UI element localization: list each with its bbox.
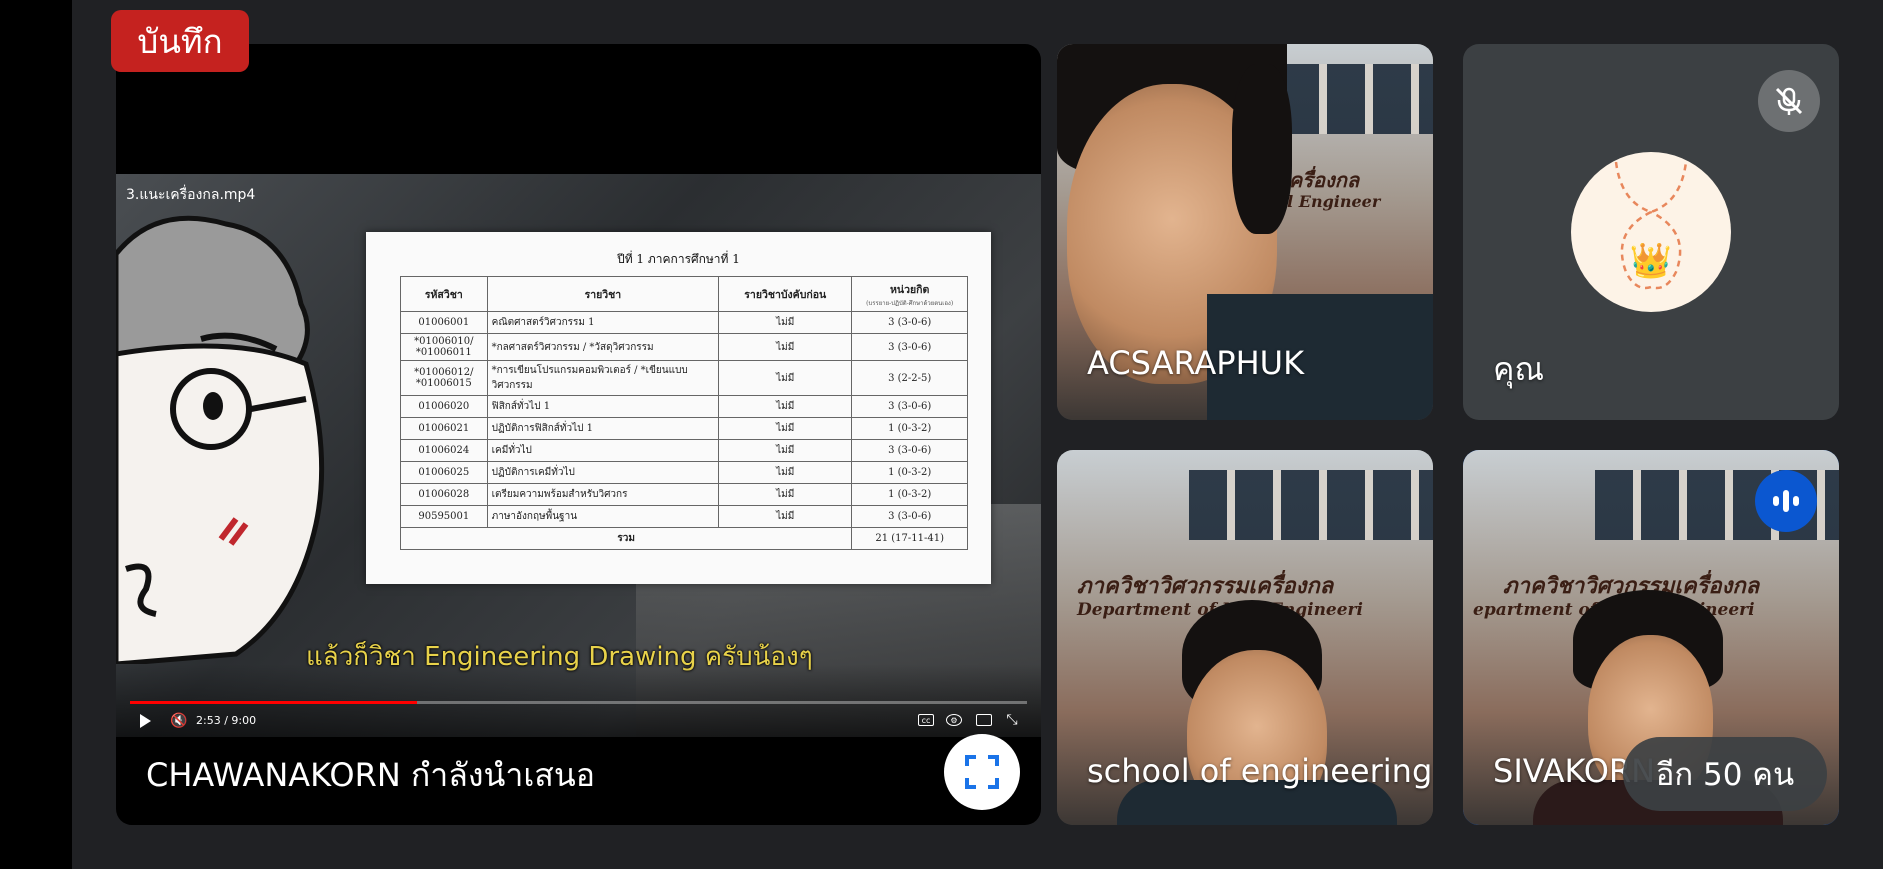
course-name-cell: คณิตศาสตร์วิศวกรรม 1	[486, 311, 720, 334]
left-edge-bar	[0, 0, 72, 869]
participant-name: ACSARAPHUK	[1087, 344, 1305, 382]
cartoon-character	[116, 215, 325, 664]
header-credits: หน่วยกิต (บรรยาย-ปฏิบัติ-ศึกษาด้วยตนเอง)	[851, 276, 968, 312]
course-code-cell: 01006021	[400, 417, 488, 440]
credits-cell: 1 (0-3-2)	[851, 417, 968, 440]
credits-cell: 3 (3-0-6)	[851, 311, 968, 334]
total-label: รวม	[399, 527, 853, 550]
course-code-cell: 01006025	[400, 461, 488, 484]
course-name-cell: ปฏิบัติการเคมีทั่วไป	[486, 461, 720, 484]
settings-icon[interactable]: ⚙	[946, 714, 962, 726]
table-row: 01006020 ฟิสิกส์ทั่วไป 1 ไม่มี 3 (3-0-6)	[400, 395, 968, 418]
video-progress-fill	[130, 701, 418, 704]
avatar-drawing: 👑	[1614, 161, 1688, 290]
course-name-cell: เตรียมความพร้อมสำหรับวิศวกร	[486, 483, 720, 506]
video-time: 2:53 / 9:00	[196, 714, 257, 727]
prerequisite-cell: ไม่มี	[718, 311, 853, 334]
mic-off-glyph	[1775, 87, 1803, 115]
building-windows	[1188, 470, 1433, 540]
video-controls: 🔇 2:53 / 9:00 cc ⚙ ⤡	[116, 664, 1041, 737]
header-prereq: รายวิชาบังคับก่อน	[718, 276, 853, 312]
fullscreen-icon	[965, 755, 999, 789]
exit-fullscreen-icon[interactable]: ⤡	[1004, 712, 1020, 728]
table-header-row: รหัสวิชา รายวิชา รายวิชาบังคับก่อน หน่วย…	[400, 276, 968, 312]
table-total-row: รวม 21 (17-11-41)	[399, 527, 968, 550]
hair-side	[1232, 64, 1292, 234]
course-name-cell: ปฏิบัติการฟิสิกส์ทั่วไป 1	[486, 417, 720, 440]
header-course: รายวิชา	[486, 276, 720, 312]
prerequisite-cell: ไม่มี	[718, 439, 853, 462]
video-progress-bar[interactable]	[130, 701, 1027, 704]
document-title: ปีที่ 1 ภาคการศึกษาที่ 1	[617, 252, 740, 266]
fullscreen-button[interactable]	[944, 734, 1020, 810]
curriculum-document: ปีที่ 1 ภาคการศึกษาที่ 1 รหัสวิชา รายวิช…	[366, 232, 991, 584]
table-row: 01006028 เตรียมความพร้อมสำหรับวิศวกร ไม่มี…	[400, 483, 968, 506]
prerequisite-cell: ไม่มี	[718, 333, 853, 361]
table-row: 01006001 คณิตศาสตร์วิศวกรรม 1 ไม่มี 3 (3-0-…	[400, 311, 968, 334]
captions-icon[interactable]: cc	[918, 714, 934, 726]
prerequisite-cell: ไม่มี	[718, 483, 853, 506]
course-name-cell: เคมีทั่วไป	[486, 439, 720, 462]
credits-cell: 1 (0-3-2)	[851, 483, 968, 506]
course-name-cell: ฟิสิกส์ทั่วไป 1	[486, 395, 720, 418]
participant-tile-school[interactable]: ภาควิชาวิศวกรรมเครื่องกล Department of M…	[1057, 450, 1433, 825]
header-code: รหัสวิชา	[400, 276, 488, 312]
prerequisite-cell: ไม่มี	[718, 461, 853, 484]
header-credits-label: หน่วยกิต	[890, 283, 930, 296]
play-icon[interactable]	[140, 714, 151, 728]
table-row: *01006012/ *01006015 *การเขียนโปรแกรมคอมพ…	[400, 360, 968, 396]
more-participants-button[interactable]: อีก 50 คน	[1623, 737, 1827, 811]
participant-tile-acsaraphuk[interactable]: เครื่องกล cal Engineer ACSARAPHUK	[1057, 44, 1433, 420]
curriculum-table: รหัสวิชา รายวิชา รายวิชาบังคับก่อน หน่วย…	[399, 276, 968, 550]
credits-cell: 1 (0-3-2)	[851, 461, 968, 484]
course-code-cell: *01006010/ *01006011	[400, 333, 488, 361]
muted-speaker-icon[interactable]: 🔇	[170, 713, 187, 729]
miniplayer-icon[interactable]	[976, 714, 992, 726]
participant-name: คุณ	[1493, 350, 1545, 388]
prerequisite-cell: ไม่มี	[718, 417, 853, 440]
prerequisite-cell: ไม่มี	[718, 395, 853, 418]
participant-name: school of engineering	[1087, 752, 1433, 790]
course-code-cell: 01006001	[400, 311, 488, 334]
credits-cell: 3 (3-0-6)	[851, 333, 968, 361]
credits-cell: 3 (3-0-6)	[851, 439, 968, 462]
svg-text:👑: 👑	[1630, 241, 1672, 281]
prerequisite-cell: ไม่มี	[718, 505, 853, 528]
table-row: 01006024 เคมีทั่วไป ไม่มี 3 (3-0-6)	[400, 439, 968, 462]
credits-cell: 3 (3-0-6)	[851, 505, 968, 528]
course-code-cell: 01006028	[400, 483, 488, 506]
shared-video[interactable]: 3.แนะเครื่องกล.mp4 ปีที่ 1 ภาคการศึกษาที…	[116, 174, 1041, 737]
recording-badge: บันทึก	[111, 10, 249, 72]
header-credits-sub: (บรรยาย-ปฏิบัติ-ศึกษาด้วยตนเอง)	[866, 299, 954, 307]
table-row: *01006010/ *01006011 *กลศาสตร์วิศวกรรม / …	[400, 333, 968, 361]
presenter-label: CHAWANAKORN กำลังนำเสนอ	[146, 756, 595, 794]
building-sign: ภาควิชาวิศวกรรมเครื่องกล	[1077, 573, 1334, 599]
course-name-cell: *กลศาสตร์วิศวกรรม / *วัสดุวิศวกรรม	[486, 333, 720, 361]
building-sign-english: cal Engineer	[1267, 192, 1381, 211]
presentation-tile[interactable]: 3.แนะเครื่องกล.mp4 ปีที่ 1 ภาคการศึกษาที…	[116, 44, 1041, 825]
course-code-cell: *01006012/ *01006015	[400, 360, 488, 396]
table-row: 01006021 ปฏิบัติการฟิสิกส์ทั่วไป 1 ไม่มี 1 …	[400, 417, 968, 440]
course-name-cell: ภาษาอังกฤษพื้นฐาน	[486, 505, 720, 528]
course-code-cell: 01006024	[400, 439, 488, 462]
participant-tile-you[interactable]: 👑 คุณ	[1463, 44, 1839, 420]
prerequisite-cell: ไม่มี	[718, 360, 853, 396]
course-code-cell: 01006020	[400, 395, 488, 418]
course-code-cell: 90595001	[400, 505, 488, 528]
total-value: 21 (17-11-41)	[851, 527, 968, 550]
mic-off-icon	[1758, 70, 1820, 132]
table-row: 01006025 ปฏิบัติการเคมีทั่วไป ไม่มี 1 (0-3-…	[400, 461, 968, 484]
table-row: 90595001 ภาษาอังกฤษพื้นฐาน ไม่มี 3 (3-0-6)	[400, 505, 968, 528]
credits-cell: 3 (2-2-5)	[851, 360, 968, 396]
crown-avatar: 👑	[1571, 152, 1731, 312]
course-name-cell: *การเขียนโปรแกรมคอมพิวเตอร์ / *เขียนแบบว…	[486, 360, 720, 396]
speaking-indicator-icon	[1755, 470, 1817, 532]
credits-cell: 3 (3-0-6)	[851, 395, 968, 418]
